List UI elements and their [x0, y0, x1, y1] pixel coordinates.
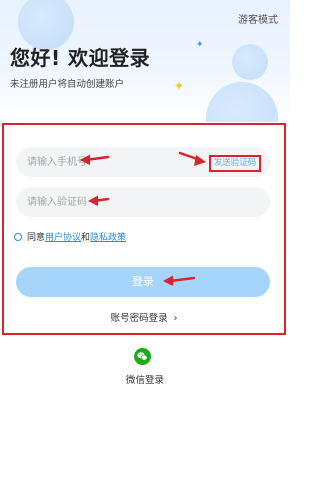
sparkle-icon: ✦ [174, 79, 185, 93]
page-subtitle: 未注册用户将自动创建账户 [10, 79, 125, 90]
login-form: 发送验证码 同意用户协议和隐私政策 登录 账号密码登录› [2, 123, 286, 335]
decor-bubble [206, 82, 278, 122]
wechat-icon[interactable] [134, 348, 151, 365]
annotation-arrow [163, 275, 196, 286]
annotation-arrow [88, 195, 110, 206]
annotation-arrow [80, 154, 110, 165]
page-title: 您好! 欢迎登录 [10, 46, 151, 70]
login-page: ✦ ✦ 游客模式 您好! 欢迎登录 未注册用户将自动创建账户 发送验证码 同意用… [0, 0, 290, 486]
sparkle-icon: ✦ [196, 40, 204, 50]
annotation-arrows [80, 151, 206, 286]
guest-mode-link[interactable]: 游客模式 [238, 11, 278, 26]
header-banner: ✦ ✦ 游客模式 您好! 欢迎登录 未注册用户将自动创建账户 [0, 0, 290, 122]
wechat-logo-glyph [137, 352, 148, 361]
wechat-login-label[interactable]: 微信登录 [0, 372, 290, 386]
annotation-arrow [178, 151, 206, 166]
decor-bubble [232, 44, 268, 80]
